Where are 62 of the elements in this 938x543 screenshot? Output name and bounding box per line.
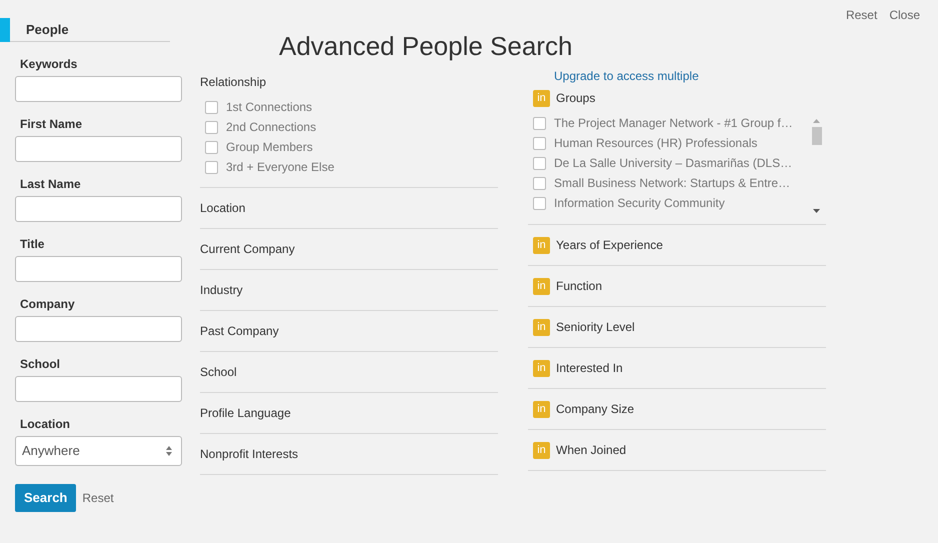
filter-label[interactable]: Profile Language xyxy=(200,404,291,422)
linkedin-badge-icon: in xyxy=(533,400,550,418)
checkbox-label: Human Resources (HR) Professionals xyxy=(554,135,758,152)
field-label: Keywords xyxy=(20,57,78,71)
field-label: Last Name xyxy=(20,177,81,191)
checkbox-label: The Project Manager Network - #1 Group f… xyxy=(554,115,793,132)
filter-label[interactable]: Past Company xyxy=(200,322,279,340)
section-label: Relationship xyxy=(200,74,268,91)
linkedin-badge-icon: in xyxy=(533,90,550,106)
linkedin-badge-icon: in xyxy=(533,278,550,294)
checkbox-label: De La Salle University – Dasmariñas (DLS… xyxy=(554,155,792,172)
field-label: Company xyxy=(20,297,75,311)
field-label: First Name xyxy=(20,117,82,131)
header-link[interactable]: Close xyxy=(889,6,920,24)
checkbox[interactable] xyxy=(533,116,546,130)
filter-label[interactable]: Industry xyxy=(200,281,243,299)
filter-label[interactable]: Current Company xyxy=(200,240,295,258)
location-select[interactable]: Anywhere xyxy=(15,436,182,466)
sort-arrows-icon xyxy=(165,445,173,457)
upgrade-link[interactable]: Upgrade to access multiple xyxy=(554,67,826,85)
field-label: Title xyxy=(20,237,44,251)
checkbox[interactable] xyxy=(205,120,218,134)
checkbox-label: 1st Connections xyxy=(226,99,312,116)
input-field[interactable] xyxy=(15,316,182,342)
input-field[interactable] xyxy=(15,376,182,402)
search-button[interactable]: Search xyxy=(15,484,76,512)
checkbox[interactable] xyxy=(533,136,546,150)
filter-label[interactable]: School xyxy=(200,363,237,381)
input-field[interactable] xyxy=(15,256,182,282)
page-title: Advanced People Search xyxy=(279,30,574,63)
checkbox[interactable] xyxy=(533,196,546,210)
linkedin-badge-icon: in xyxy=(533,360,550,376)
linkedin-badge-icon: in xyxy=(533,236,550,254)
checkbox-label: Small Business Network: Startups & Entre… xyxy=(554,175,790,192)
filter-label[interactable]: Function xyxy=(556,277,602,295)
checkbox-label: Information Security Community xyxy=(554,195,725,212)
linkedin-badge-icon: in xyxy=(533,318,550,336)
filter-label[interactable]: Location xyxy=(200,199,246,217)
section-label: Groups xyxy=(556,90,596,107)
input-field[interactable] xyxy=(15,196,182,222)
checkbox[interactable] xyxy=(205,160,218,174)
checkbox-label: 3rd + Everyone Else xyxy=(226,159,334,176)
checkbox-label: Group Members xyxy=(226,139,313,156)
field-label: Location xyxy=(20,417,70,431)
filter-label[interactable]: Company Size xyxy=(556,400,634,418)
filter-label[interactable]: Interested In xyxy=(556,359,623,377)
header-link[interactable]: Reset xyxy=(846,6,878,24)
linkedin-badge-icon: in xyxy=(533,442,550,458)
filter-label[interactable]: Years of Experience xyxy=(556,236,663,254)
filter-label[interactable]: Nonprofit Interests xyxy=(200,445,298,463)
reset-link[interactable]: Reset xyxy=(82,488,114,507)
input-field[interactable] xyxy=(15,76,182,102)
checkbox[interactable] xyxy=(533,176,546,190)
filter-label[interactable]: Seniority Level xyxy=(556,318,635,336)
filter-label[interactable]: When Joined xyxy=(556,441,626,459)
input-field[interactable] xyxy=(15,136,182,162)
checkbox[interactable] xyxy=(205,140,218,154)
field-label: School xyxy=(20,357,60,371)
people-tab[interactable]: People xyxy=(0,18,170,42)
checkbox-label: 2nd Connections xyxy=(226,119,316,136)
checkbox[interactable] xyxy=(533,156,546,170)
checkbox[interactable] xyxy=(205,100,218,114)
